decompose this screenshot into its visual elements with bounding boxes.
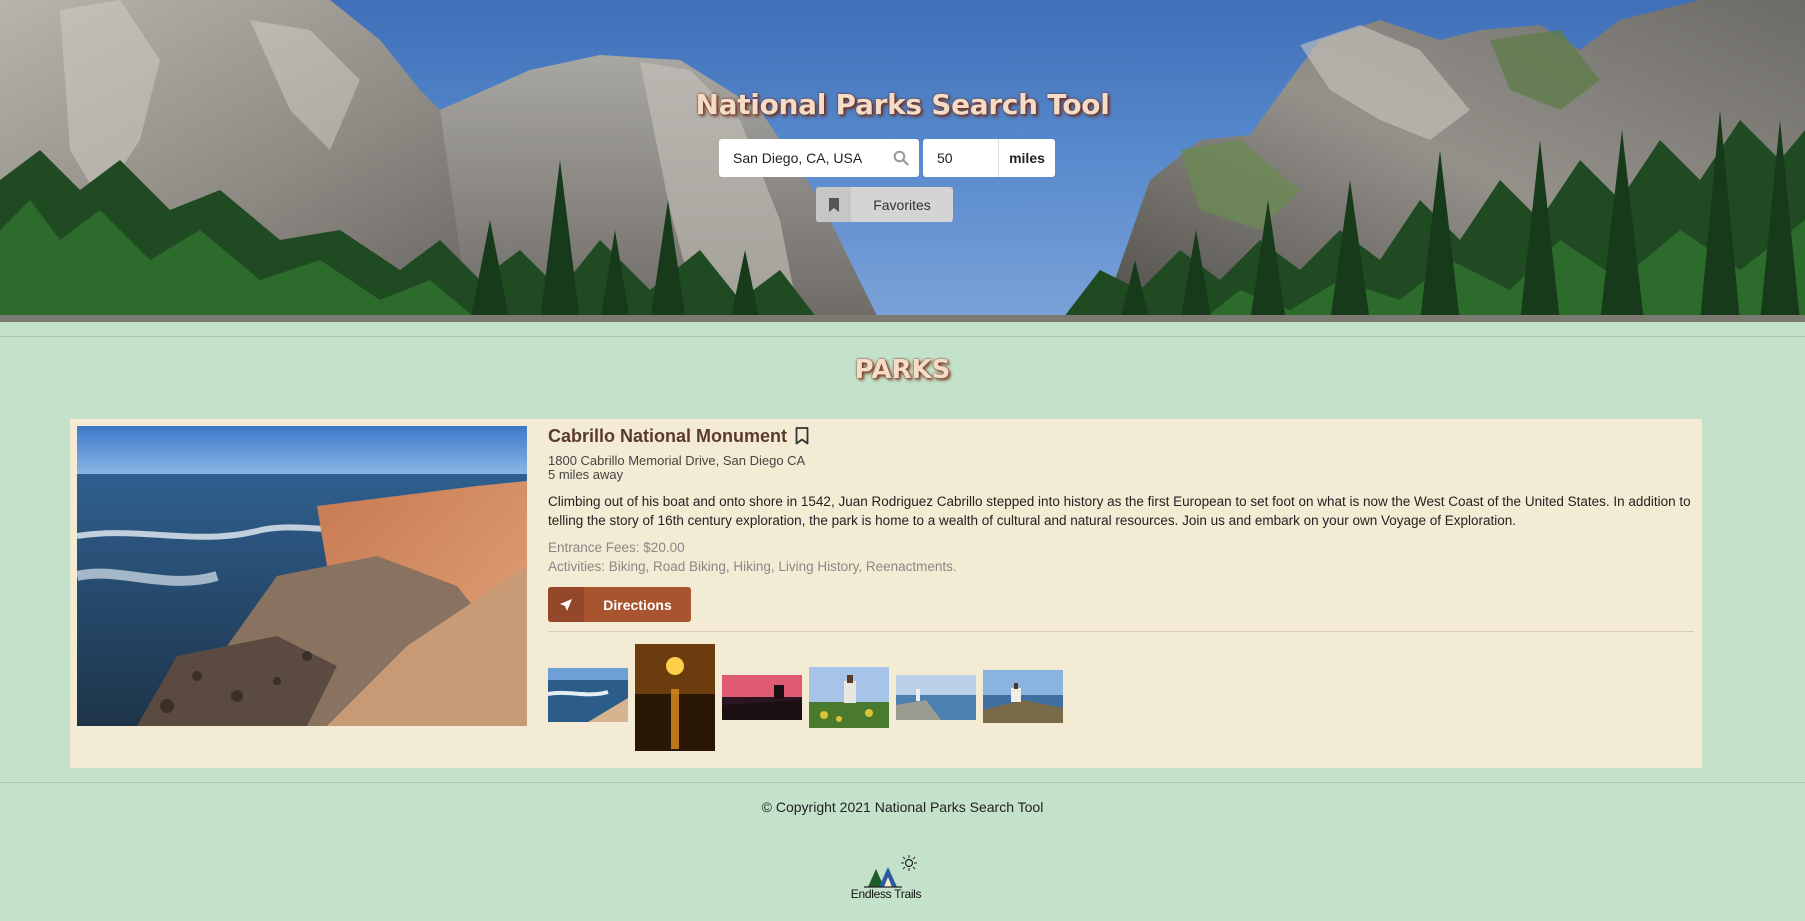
radius-field[interactable] (923, 139, 998, 177)
section-divider (0, 336, 1805, 337)
location-field[interactable] (719, 139, 919, 177)
location-arrow-icon (548, 587, 584, 622)
park-title-row: Cabrillo National Monument (548, 424, 1696, 448)
park-card: Cabrillo National Monument 1800 Cabrillo… (70, 419, 1702, 768)
bookmark-outline-icon[interactable] (795, 427, 809, 445)
hero-banner: National Parks Search Tool miles Favorit… (0, 0, 1805, 322)
favorites-label: Favorites (873, 196, 931, 213)
location-input[interactable] (733, 150, 883, 166)
card-divider (548, 631, 1694, 632)
park-activities: Activities: Biking, Road Biking, Hiking,… (548, 559, 957, 574)
gallery-thumbnail[interactable] (983, 670, 1063, 723)
park-info: Cabrillo National Monument 1800 Cabrillo… (548, 424, 1696, 622)
radius-input[interactable] (937, 150, 987, 166)
footer-divider (0, 782, 1805, 783)
park-distance: 5 miles away (548, 467, 624, 482)
gallery-thumbnail[interactable] (809, 667, 889, 728)
park-description: Climbing out of his boat and onto shore … (548, 494, 1691, 528)
gallery-thumbnail[interactable] (896, 675, 976, 720)
directions-button[interactable]: Directions (548, 587, 691, 622)
park-address: 1800 Cabrillo Memorial Drive, San Diego … (548, 453, 806, 468)
radius-unit-label: miles (998, 139, 1055, 177)
endless-trails-logo[interactable]: Endless Trails (846, 855, 926, 905)
search-icon[interactable] (893, 150, 909, 166)
gallery-thumbnail[interactable] (722, 675, 802, 720)
park-fees: Entrance Fees: $20.00 (548, 540, 685, 555)
park-main-photo[interactable] (77, 426, 527, 726)
search-bar: miles (719, 139, 1055, 177)
favorites-button[interactable]: Favorites (816, 187, 953, 222)
parks-heading: PARKS (854, 355, 951, 385)
logo-text: Endless Trails (850, 887, 922, 901)
park-name[interactable]: Cabrillo National Monument (548, 426, 787, 447)
site-title: National Parks Search Tool (695, 88, 1110, 121)
directions-label: Directions (603, 596, 672, 613)
gallery-thumbnail[interactable] (635, 644, 715, 751)
bookmark-icon (816, 187, 851, 222)
copyright-text: © Copyright 2021 National Parks Search T… (761, 799, 1044, 815)
gallery-thumbnail[interactable] (548, 668, 628, 722)
logo-mark (864, 855, 917, 888)
